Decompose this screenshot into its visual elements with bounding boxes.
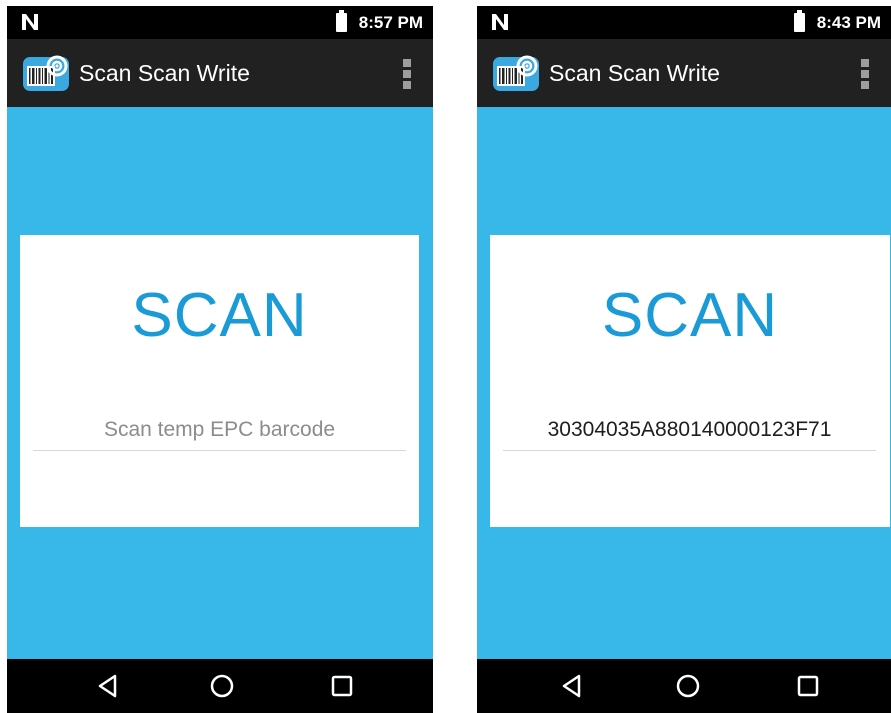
screenshot-stage: 8:57 PM Scan Scan Write SCAN Scan temp E… <box>0 0 891 713</box>
phone-screen-left: 8:57 PM Scan Scan Write SCAN Scan temp E… <box>7 6 433 713</box>
overflow-menu-icon[interactable] <box>403 59 411 89</box>
status-bar: 8:43 PM <box>477 6 891 39</box>
navigation-bar <box>7 659 433 713</box>
scan-heading: SCAN <box>131 281 308 350</box>
app-bar: Scan Scan Write <box>477 39 891 107</box>
status-time: 8:43 PM <box>816 12 881 32</box>
app-title: Scan Scan Write <box>549 60 720 86</box>
home-circle-icon[interactable] <box>207 671 237 701</box>
app-bar: Scan Scan Write <box>7 39 433 107</box>
barcode-nfc-app-icon[interactable] <box>492 52 540 92</box>
recents-square-icon[interactable] <box>793 671 823 701</box>
status-time: 8:57 PM <box>358 12 423 32</box>
battery-icon <box>335 10 347 32</box>
app-title: Scan Scan Write <box>79 60 250 86</box>
scan-card: SCAN Scan temp EPC barcode <box>20 235 419 527</box>
back-triangle-icon[interactable] <box>93 671 123 701</box>
main-content: SCAN Scan temp EPC barcode <box>7 107 433 659</box>
recents-square-icon[interactable] <box>327 671 357 701</box>
battery-icon <box>793 10 805 32</box>
scan-card: SCAN 30304035A880140000123F71 <box>490 235 890 527</box>
epc-barcode-input[interactable]: Scan temp EPC barcode <box>33 410 406 451</box>
status-bar: 8:57 PM <box>7 6 433 39</box>
back-triangle-icon[interactable] <box>557 671 587 701</box>
home-circle-icon[interactable] <box>673 671 703 701</box>
scan-heading: SCAN <box>601 281 779 350</box>
n-icon <box>22 14 38 30</box>
navigation-bar <box>477 659 891 713</box>
main-content: SCAN 30304035A880140000123F71 <box>477 107 891 659</box>
barcode-nfc-app-icon[interactable] <box>22 52 70 92</box>
status-right-group: 8:57 PM <box>335 6 423 39</box>
epc-barcode-input[interactable]: 30304035A880140000123F71 <box>503 410 876 451</box>
overflow-menu-icon[interactable] <box>861 59 869 89</box>
n-icon <box>492 14 508 30</box>
phone-screen-right: 8:43 PM Scan Scan Write SCAN 30304035A88… <box>477 6 891 713</box>
status-right-group: 8:43 PM <box>793 6 881 39</box>
